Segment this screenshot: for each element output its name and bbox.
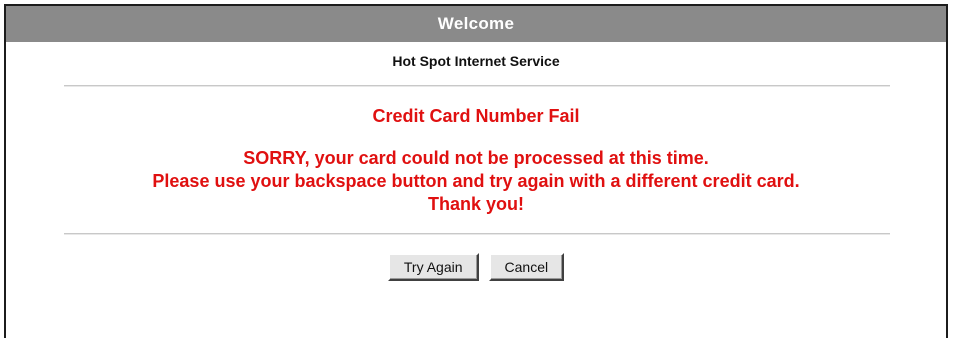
error-line-thanks: Thank you! xyxy=(427,194,524,214)
panel-header: Welcome xyxy=(6,6,946,42)
divider-bottom xyxy=(64,233,890,235)
button-row: Try Again Cancel xyxy=(6,253,946,281)
error-line-sorry: SORRY, your card could not be processed … xyxy=(243,148,709,168)
service-title: Hot Spot Internet Service xyxy=(392,53,560,69)
error-title: Credit Card Number Fail xyxy=(372,106,580,126)
try-again-button[interactable]: Try Again xyxy=(387,253,479,281)
divider-top xyxy=(64,85,890,87)
error-line-instructions: Please use your backspace button and try… xyxy=(152,171,800,191)
cancel-button[interactable]: Cancel xyxy=(488,253,565,281)
error-message: SORRY, your card could not be processed … xyxy=(6,147,946,216)
welcome-panel: Welcome Hot Spot Internet Service Credit… xyxy=(4,4,948,338)
